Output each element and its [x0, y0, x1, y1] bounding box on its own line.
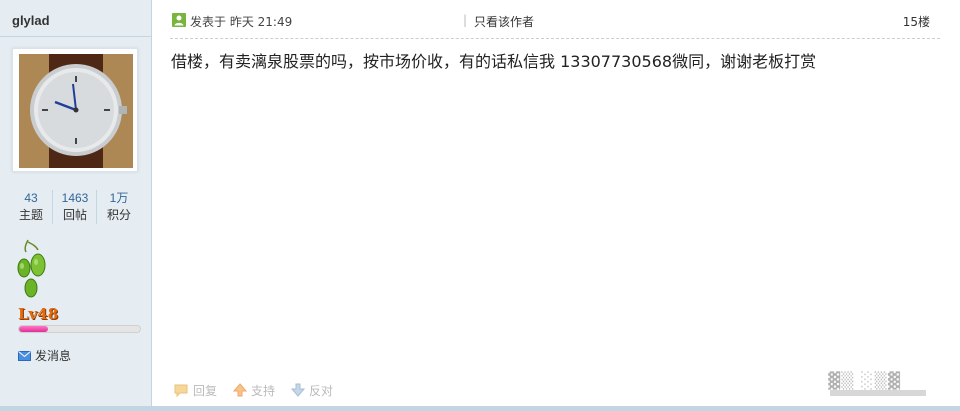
stat-value: 1万	[109, 191, 129, 205]
send-message-label: 发消息	[35, 349, 72, 363]
header-divider	[170, 38, 940, 39]
thumb-up-icon	[233, 383, 248, 397]
floor-number[interactable]: 15楼	[903, 13, 930, 30]
stat-value: 1463	[61, 191, 89, 205]
stat-topics[interactable]: 43 主题	[10, 190, 53, 224]
reply-icon	[174, 384, 188, 397]
reply-button[interactable]: 回复	[173, 382, 217, 399]
divider	[0, 36, 151, 37]
username[interactable]: glylad	[12, 13, 50, 28]
user-sidebar: glylad 43 主题 1463 回帖 1万 积分 Lv48 发消息	[0, 0, 152, 411]
stat-value: 43	[24, 191, 38, 205]
reply-label: 回复	[193, 383, 218, 398]
level-badge: Lv48	[18, 305, 59, 323]
post-bottom-border	[0, 406, 960, 411]
watch-avatar-image	[19, 54, 133, 168]
envelope-icon	[18, 350, 31, 361]
svg-text:▓▒ ░▒▓: ▓▒ ░▒▓	[828, 370, 901, 390]
send-message-link[interactable]: 发消息	[18, 347, 71, 364]
level-progress-fill	[19, 326, 49, 332]
thumb-down-icon	[291, 383, 306, 397]
stat-points[interactable]: 1万 积分	[98, 190, 140, 224]
only-author-link[interactable]: 只看该作者	[474, 13, 534, 30]
post-header: 发表于 昨天 21:49 | 只看该作者 15楼	[170, 10, 942, 32]
stat-label: 主题	[18, 208, 43, 222]
online-status-icon	[172, 13, 186, 27]
support-button[interactable]: 支持	[233, 382, 275, 399]
oppose-button[interactable]: 反对	[291, 382, 333, 399]
post-content: 借楼，有卖漓泉股票的吗，按市场价收，有的话私信我 13307730568微同，谢…	[171, 52, 817, 71]
post-actions: 回复 支持 反对	[173, 380, 433, 400]
avatar[interactable]	[12, 48, 138, 172]
post-time: 发表于 昨天 21:49	[190, 15, 293, 29]
user-stats: 43 主题 1463 回帖 1万 积分	[10, 190, 142, 226]
stat-label: 积分	[106, 208, 131, 222]
separator: |	[463, 13, 468, 27]
support-label: 支持	[251, 383, 276, 398]
site-watermark: ▓▒ ░▒▓	[826, 366, 936, 400]
level-progress-bar	[18, 325, 141, 333]
stat-label: 回帖	[62, 208, 87, 222]
stat-replies[interactable]: 1463 回帖	[54, 190, 97, 224]
grape-rank-icon	[16, 238, 48, 306]
oppose-label: 反对	[309, 383, 334, 398]
